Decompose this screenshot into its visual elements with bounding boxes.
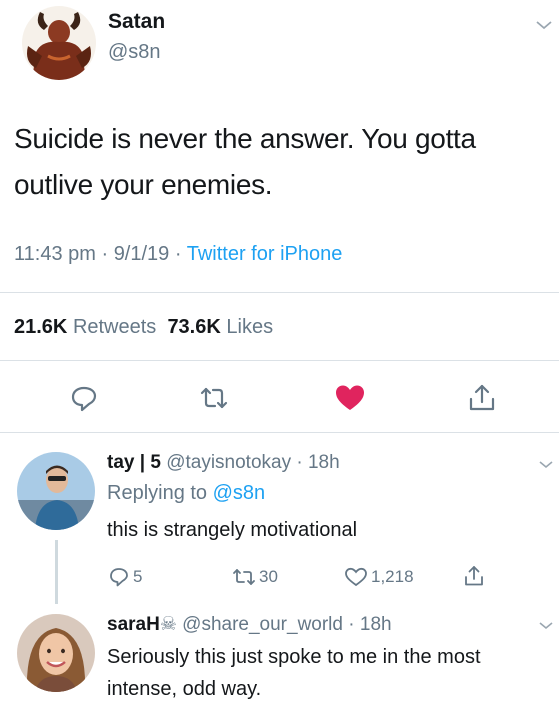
replying-to-handle[interactable]: @s8n	[213, 482, 266, 504]
chevron-down-icon[interactable]	[538, 457, 554, 469]
user-handle[interactable]: @s8n	[108, 41, 161, 64]
tweet-stats: 21.6K Retweets 73.6K Likes	[14, 316, 273, 339]
retweet-count: 30	[259, 567, 278, 586]
user-handle[interactable]: @share_our_world	[182, 614, 343, 635]
display-name[interactable]: saraH	[107, 614, 160, 635]
reply-icon	[110, 568, 128, 587]
heart-icon	[345, 567, 367, 587]
display-name[interactable]: tay | 5	[107, 452, 161, 473]
retweet-button[interactable]: 30	[232, 566, 278, 588]
reply-time: 18h	[359, 614, 392, 635]
tweet-source[interactable]: Twitter for iPhone	[187, 243, 343, 265]
likes-label[interactable]: Likes	[226, 316, 273, 338]
divider	[0, 292, 559, 293]
reply-time: 18h	[307, 452, 340, 473]
retweet-icon	[233, 569, 255, 585]
thread-line	[55, 540, 58, 604]
tweet-text: Suicide is never the answer. You gotta o…	[14, 123, 476, 200]
heart-icon[interactable]	[334, 382, 366, 414]
reply-button[interactable]: 5	[108, 566, 142, 588]
avatar[interactable]	[22, 6, 96, 80]
skull-emoji: ☠	[159, 614, 177, 635]
share-button[interactable]	[462, 564, 486, 588]
reply-header: tay | 5 @tayisnotokay · 18h	[107, 452, 340, 473]
reply-text: this is strangely motivational	[107, 519, 358, 541]
tweet-time: 11:43 pm	[14, 243, 96, 265]
replying-to: Replying to @s8n	[107, 482, 266, 504]
retweets-count[interactable]: 21.6K	[14, 316, 67, 338]
retweets-label[interactable]: Retweets	[73, 316, 156, 338]
avatar[interactable]	[17, 452, 95, 530]
reply-icon[interactable]	[68, 382, 100, 414]
like-count: 1,218	[371, 567, 414, 586]
chevron-down-icon[interactable]	[538, 618, 554, 630]
reply-header: saraH☠ @share_our_world · 18h	[107, 614, 392, 635]
tweet-date: 9/1/19	[113, 243, 170, 265]
share-icon	[465, 566, 483, 586]
avatar[interactable]	[17, 614, 95, 692]
like-button[interactable]: 1,218	[344, 566, 414, 588]
reply-count: 5	[133, 567, 143, 586]
user-handle[interactable]: @tayisnotokay	[166, 452, 291, 473]
retweet-icon[interactable]	[198, 382, 230, 414]
chevron-down-icon[interactable]	[535, 18, 553, 30]
share-icon[interactable]	[466, 382, 498, 414]
divider	[0, 360, 559, 361]
tweet-meta: 11:43 pm · 9/1/19 · Twitter for iPhone	[14, 243, 343, 265]
display-name[interactable]: Satan	[108, 10, 165, 34]
likes-count[interactable]: 73.6K	[167, 316, 220, 338]
divider	[0, 432, 559, 433]
reply-text: Seriously this just spoke to me in the m…	[107, 646, 481, 700]
